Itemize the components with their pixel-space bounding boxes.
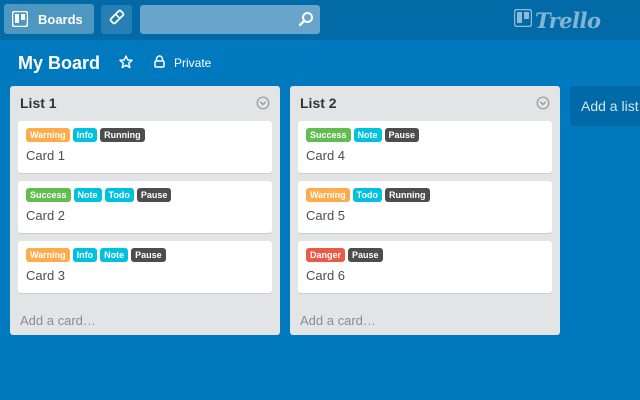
top-header: Boards Trello — [0, 0, 640, 40]
label-badge: Pause — [131, 248, 166, 262]
boards-icon — [12, 11, 28, 27]
list-menu-icon[interactable] — [536, 96, 550, 110]
boards-label: Boards — [38, 11, 83, 27]
label-badge: Note — [353, 128, 382, 142]
list-menu-icon[interactable] — [256, 96, 270, 110]
card[interactable]: Warning Todo Running Card 5 — [298, 181, 552, 233]
trello-logo[interactable]: Trello — [513, 7, 601, 33]
label-badge: Todo — [352, 188, 382, 202]
card-title: Card 3 — [26, 268, 66, 283]
label-badge: Pause — [136, 188, 172, 202]
search-input[interactable] — [140, 5, 290, 34]
card[interactable]: Danger Pause Card 6 — [298, 241, 552, 293]
label-badge: Running — [385, 188, 430, 202]
card-labels: Warning Info Running — [26, 128, 145, 142]
card[interactable]: Success Note Pause Card 4 — [298, 121, 552, 173]
label-badge: Info — [72, 128, 98, 142]
card-title: Card 6 — [306, 268, 346, 283]
card-labels: Success Note Pause — [306, 128, 420, 142]
star-icon[interactable] — [119, 55, 133, 69]
card-labels: Danger Pause — [306, 248, 383, 262]
label-badge: Running — [100, 128, 145, 142]
card-title: Card 4 — [306, 148, 346, 163]
boards-button[interactable]: Boards — [4, 4, 94, 34]
label-badge: Pause — [348, 248, 383, 262]
label-badge: Pause — [384, 128, 420, 142]
card[interactable]: Warning Info Running Card 1 — [18, 121, 272, 173]
search-box — [140, 5, 320, 34]
card-labels: Warning Info Note Pause — [26, 248, 166, 262]
card-title: Card 1 — [26, 148, 66, 163]
add-card-button[interactable]: Add a card… — [20, 313, 96, 329]
label-badge: Success — [26, 188, 71, 202]
label-badge: Warning — [26, 248, 70, 262]
label-badge: Note — [73, 188, 102, 202]
label-badge: Warning — [26, 128, 70, 142]
card-title: Card 5 — [306, 208, 346, 223]
board-title[interactable]: My Board — [18, 50, 100, 76]
card-labels: Success Note Todo Pause — [26, 188, 172, 202]
add-card-button[interactable]: Add a card… — [300, 313, 376, 329]
list: List 1 Warning Info Running Card 1 Succe… — [10, 86, 280, 335]
card[interactable]: Warning Info Note Pause Card 3 — [18, 241, 272, 293]
list: List 2 Success Note Pause Card 4 Warning… — [290, 86, 560, 335]
card-labels: Warning Todo Running — [306, 188, 430, 202]
search-icon[interactable] — [298, 11, 314, 27]
label-badge: Todo — [104, 188, 134, 202]
list-title[interactable]: List 2 — [300, 94, 337, 112]
visibility-button[interactable]: Private — [154, 55, 211, 71]
visibility-label: Private — [174, 56, 212, 70]
tag-icon — [109, 9, 125, 30]
label-badge: Success — [306, 128, 351, 142]
card-title: Card 2 — [26, 208, 66, 223]
label-badge: Info — [72, 248, 98, 262]
label-badge: Note — [100, 248, 129, 262]
label-badge: Danger — [306, 248, 346, 262]
label-badge: Warning — [306, 188, 350, 202]
tag-button[interactable] — [101, 5, 132, 34]
card[interactable]: Success Note Todo Pause Card 2 — [18, 181, 272, 233]
list-title[interactable]: List 1 — [20, 94, 57, 112]
lock-icon — [154, 55, 174, 71]
add-list-button[interactable]: Add a list… — [570, 86, 640, 126]
trello-logo-icon — [513, 8, 533, 32]
trello-wordmark: Trello — [535, 7, 601, 33]
